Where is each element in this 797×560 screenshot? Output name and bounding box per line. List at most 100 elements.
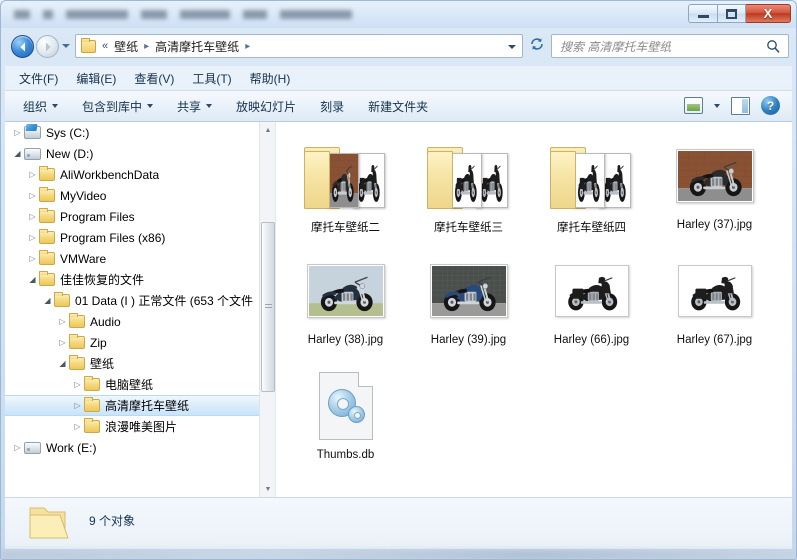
expand-arrow-closed-icon[interactable]: ▷ [26, 233, 39, 242]
file-item[interactable]: Harley (66).jpg [530, 245, 653, 360]
tree-item-9[interactable]: ▷ Audio [5, 311, 260, 332]
tree-item-4[interactable]: ▷ Program Files [5, 206, 260, 227]
folder-icon [39, 208, 55, 223]
expand-arrow-closed-icon[interactable]: ▷ [26, 254, 39, 263]
file-name-label: Harley (38).jpg [307, 334, 384, 346]
tree-item-14[interactable]: ▷ 浪漫唯美图片 [5, 416, 260, 437]
tree-item-13[interactable]: ▷ 高清摩托车壁纸 [5, 395, 260, 416]
tree-item-8[interactable]: ◢ 01 Data (I ) 正常文件 (653 个文件 [5, 290, 260, 311]
tree-item-11[interactable]: ◢ 壁纸 [5, 353, 260, 374]
preview-pane-icon[interactable] [731, 96, 750, 115]
view-mode-icon[interactable] [684, 97, 703, 114]
menu-view[interactable]: 查看(V) [134, 70, 174, 87]
scroll-down-arrow-icon[interactable]: ▼ [260, 481, 275, 497]
file-item[interactable]: 摩托车壁纸二 [284, 130, 407, 245]
image-thumbnail [675, 149, 754, 203]
menu-file[interactable]: 文件(F) [19, 70, 58, 87]
toolbar-share[interactable]: 共享 [177, 98, 213, 115]
toolbar-new-folder-label: 新建文件夹 [368, 99, 429, 114]
folder-icon [84, 418, 100, 433]
tree-item-0[interactable]: ▷ Sys (C:) [5, 122, 260, 143]
file-name-label: 摩托车壁纸四 [557, 222, 626, 234]
help-icon[interactable]: ? [761, 96, 780, 115]
status-text: 9 个对象 [89, 514, 136, 528]
tree-item-5[interactable]: ▷ Program Files (x86) [5, 227, 260, 248]
toolbar-slideshow[interactable]: 放映幻灯片 [236, 98, 296, 115]
expand-arrow-open-icon[interactable]: ◢ [11, 149, 24, 158]
expand-arrow-closed-icon[interactable]: ▷ [11, 443, 24, 452]
tree-item-label: MyVideo [60, 188, 107, 203]
tree-item-12[interactable]: ▷ 电脑壁纸 [5, 374, 260, 395]
scrollbar-thumb[interactable] [261, 222, 275, 392]
expand-arrow-open-icon[interactable]: ◢ [56, 359, 69, 368]
file-grid: 摩托车壁纸二 摩托车壁纸三 摩托车壁纸四 Harley (37).jpg Har… [284, 130, 776, 475]
file-item[interactable]: Harley (37).jpg [653, 130, 776, 245]
file-item[interactable]: Thumbs.db [284, 360, 407, 475]
file-thumbnail [298, 251, 394, 331]
expand-arrow-open-icon[interactable]: ◢ [41, 296, 54, 305]
expand-arrow-closed-icon[interactable]: ▷ [71, 422, 84, 431]
toolbar-burn[interactable]: 刻录 [320, 98, 344, 115]
maximize-button[interactable] [717, 4, 746, 23]
toolbar-burn-label: 刻录 [320, 99, 345, 114]
file-name-label: Thumbs.db [316, 449, 375, 461]
breadcrumb-item-0[interactable]: 壁纸 [112, 38, 140, 55]
tree-item-label: VMWare [60, 251, 107, 266]
folder-icon [69, 334, 85, 349]
file-item[interactable]: Harley (39).jpg [407, 245, 530, 360]
expand-arrow-closed-icon[interactable]: ▷ [71, 401, 84, 410]
breadcrumb-separator-0[interactable]: ▸ [140, 41, 153, 52]
tree-item-3[interactable]: ▷ MyVideo [5, 185, 260, 206]
forward-button[interactable] [36, 35, 59, 58]
file-item[interactable]: 摩托车壁纸四 [530, 130, 653, 245]
scroll-up-arrow-icon[interactable]: ▲ [260, 122, 275, 138]
system-drive-icon [24, 126, 41, 139]
expand-arrow-closed-icon[interactable]: ▷ [26, 191, 39, 200]
address-bar-row: « 壁纸 ▸ 高清摩托车壁纸 ▸ 搜索 高清摩托车壁纸 [0, 28, 797, 64]
navigation-scrollbar[interactable]: ▲ ▼ [259, 122, 275, 497]
folder-icon [81, 37, 96, 53]
tree-item-2[interactable]: ▷ AliWorkbenchData [5, 164, 260, 185]
toolbar-new-folder[interactable]: 新建文件夹 [368, 98, 428, 115]
breadcrumb[interactable]: « 壁纸 ▸ 高清摩托车壁纸 ▸ [75, 34, 523, 58]
toolbar-include-in-library[interactable]: 包含到库中 [82, 98, 154, 115]
file-item[interactable]: Harley (38).jpg [284, 245, 407, 360]
search-box[interactable]: 搜索 高清摩托车壁纸 [551, 34, 789, 58]
file-item[interactable]: Harley (67).jpg [653, 245, 776, 360]
menu-edit[interactable]: 编辑(E) [76, 70, 116, 87]
breadcrumb-item-1[interactable]: 高清摩托车壁纸 [153, 38, 241, 55]
expand-arrow-closed-icon[interactable]: ▷ [56, 317, 69, 326]
expand-arrow-open-icon[interactable]: ◢ [26, 275, 39, 284]
search-input[interactable]: 搜索 高清摩托车壁纸 [552, 38, 671, 55]
menu-tools[interactable]: 工具(T) [192, 70, 231, 87]
tree-item-15[interactable]: ▷ Work (E:) [5, 437, 260, 458]
recent-pages-dropdown[interactable] [62, 44, 70, 48]
file-item[interactable]: 摩托车壁纸三 [407, 130, 530, 245]
view-mode-caret-icon[interactable] [714, 103, 720, 108]
chevron-down-icon[interactable] [508, 45, 516, 49]
expand-arrow-closed-icon[interactable]: ▷ [71, 380, 84, 389]
expand-arrow-closed-icon[interactable]: ▷ [11, 128, 24, 137]
expand-arrow-closed-icon[interactable]: ▷ [26, 170, 39, 179]
file-name-label: Harley (66).jpg [553, 334, 630, 346]
toolbar-organize[interactable]: 组织 [23, 98, 59, 115]
breadcrumb-overflow-chevron[interactable]: « [100, 40, 112, 52]
back-button[interactable] [11, 35, 34, 58]
tree-item-7[interactable]: ◢ 佳佳恢复的文件 [5, 269, 260, 290]
file-list-pane[interactable]: 摩托车壁纸二 摩托车壁纸三 摩托车壁纸四 Harley (37).jpg Har… [276, 122, 792, 497]
tree-item-1[interactable]: ◢ New (D:) [5, 143, 260, 164]
tree-item-10[interactable]: ▷ Zip [5, 332, 260, 353]
expand-arrow-closed-icon[interactable]: ▷ [26, 212, 39, 221]
refresh-button[interactable] [527, 36, 547, 56]
menu-help[interactable]: 帮助(H) [250, 70, 291, 87]
tree-item-6[interactable]: ▷ VMWare [5, 248, 260, 269]
expand-arrow-closed-icon[interactable]: ▷ [56, 338, 69, 347]
file-name-label: Harley (37).jpg [676, 219, 753, 231]
minimize-button[interactable] [688, 4, 717, 23]
tree-item-label: Audio [90, 314, 121, 329]
breadcrumb-separator-1[interactable]: ▸ [241, 41, 254, 52]
folder-tree: ▷ Sys (C:) ◢ New (D:) ▷ AliWorkbenchData ▷ MyVi… [5, 122, 260, 458]
close-button[interactable]: X [746, 4, 791, 23]
taskbar-blur [0, 550, 797, 560]
folder-with-photos-icon [423, 139, 515, 213]
